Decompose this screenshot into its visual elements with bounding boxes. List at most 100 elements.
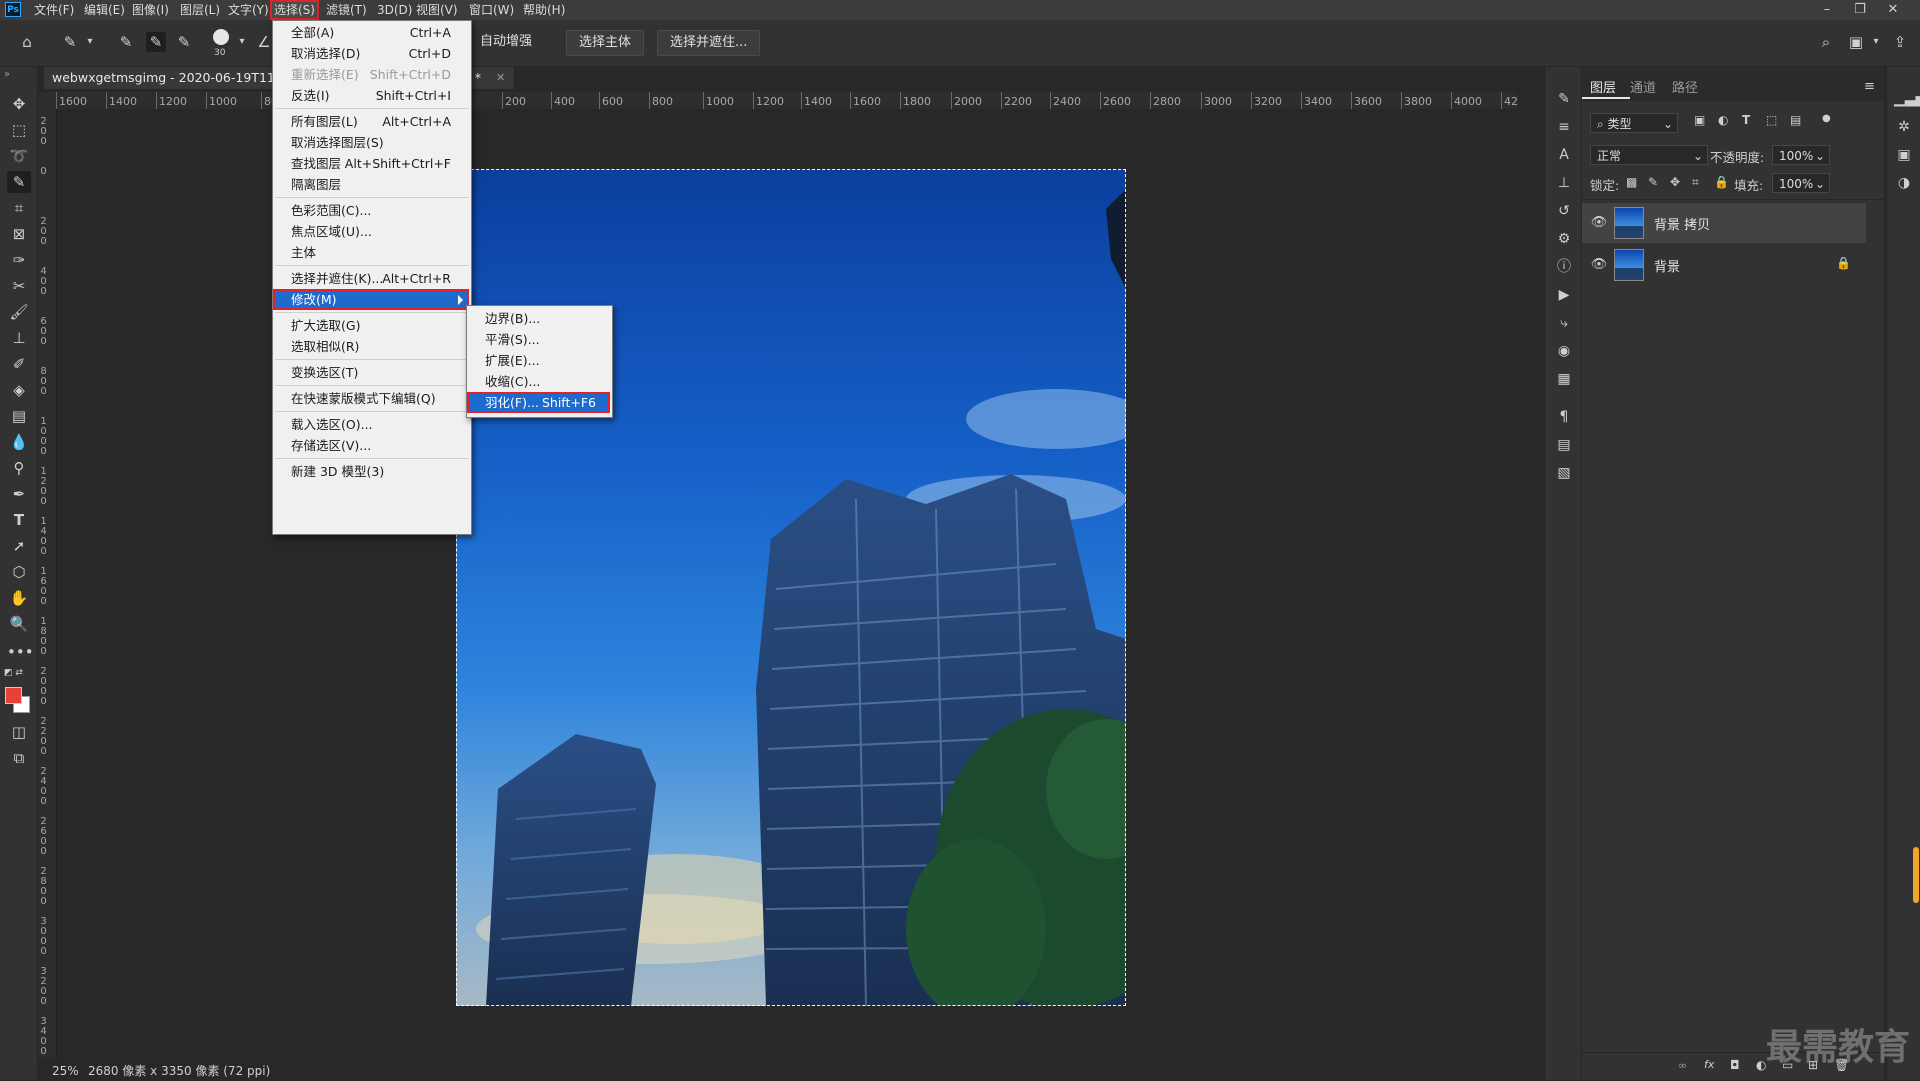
character-icon[interactable]: A bbox=[1554, 145, 1574, 165]
shape-tool-icon[interactable]: ⬡ bbox=[7, 561, 31, 583]
lock-position-icon[interactable]: ✥ bbox=[1670, 175, 1680, 189]
filter-toggle-icon[interactable]: ● bbox=[1822, 113, 1831, 124]
select-menu-item[interactable]: 反选(I) Shift+Ctrl+I bbox=[273, 85, 469, 106]
menu-6[interactable]: 滤镜(T) bbox=[322, 0, 371, 20]
select-menu-item[interactable]: 所有图层(L) Alt+Ctrl+A bbox=[273, 111, 469, 132]
collapse-toolbar-icon[interactable]: » bbox=[4, 69, 10, 80]
filter-type-icon[interactable]: T bbox=[1742, 113, 1750, 127]
angle-icon[interactable]: ∠ bbox=[254, 32, 274, 52]
add-to-selection-brush-icon[interactable]: ✎ bbox=[146, 32, 166, 52]
history-brush-tool-icon[interactable]: ✐ bbox=[7, 353, 31, 375]
foreground-color-swatch[interactable] bbox=[5, 687, 22, 704]
close-tab-icon[interactable]: ✕ bbox=[496, 67, 505, 89]
panel-menu-icon[interactable]: ≡ bbox=[1864, 79, 1875, 94]
visibility-eye-icon[interactable]: 👁 bbox=[1590, 214, 1608, 232]
layer-row-background[interactable]: 👁 背景 🔒 bbox=[1582, 245, 1866, 285]
type-tool-icon[interactable]: T bbox=[7, 509, 31, 531]
healing-brush-tool-icon[interactable]: ✂ bbox=[7, 275, 31, 297]
new-adjustment-layer-icon[interactable]: ◐ bbox=[1756, 1058, 1766, 1072]
modify-submenu-item[interactable]: 扩展(E)... bbox=[467, 350, 610, 371]
document-image[interactable] bbox=[456, 169, 1126, 1006]
fill-input[interactable]: 100% ⌄ bbox=[1772, 173, 1830, 193]
select-menu-item[interactable]: 焦点区域(U)... bbox=[273, 221, 469, 242]
move-tool-icon[interactable]: ✥ bbox=[7, 93, 31, 115]
close-icon[interactable]: ✕ bbox=[1878, 0, 1908, 20]
filter-kind-select[interactable]: ⌕ 类型 ⌄ bbox=[1590, 113, 1678, 133]
lock-artboard-icon[interactable]: ⌗ bbox=[1692, 175, 1699, 190]
select-menu-item[interactable]: 存储选区(V)... bbox=[273, 435, 469, 456]
modify-submenu-item[interactable]: 边界(B)... bbox=[467, 308, 610, 329]
menu-9[interactable]: 窗口(W) bbox=[465, 0, 518, 20]
screen-mode-icon[interactable]: ⧉ bbox=[7, 747, 31, 769]
status-menu-chevron-icon[interactable]: › bbox=[258, 1062, 263, 1080]
brush-tool-icon[interactable]: 🖌 bbox=[7, 301, 31, 323]
search-icon[interactable]: ⌕ bbox=[1816, 32, 1836, 52]
home-icon[interactable]: ⌂ bbox=[17, 32, 37, 52]
select-menu-item[interactable]: 取消选择(D) Ctrl+D bbox=[273, 43, 469, 64]
menu-2[interactable]: 图像(I) bbox=[128, 0, 173, 20]
lock-pixels-icon[interactable]: ✎ bbox=[1648, 175, 1658, 189]
select-and-mask-button[interactable]: 选择并遮住... bbox=[657, 30, 761, 56]
3d-icon[interactable]: ◉ bbox=[1554, 341, 1574, 361]
blend-mode-select[interactable]: 正常 ⌄ bbox=[1590, 145, 1708, 165]
histogram-icon[interactable]: ▁▃▅ bbox=[1894, 89, 1920, 109]
hand-tool-icon[interactable]: ✋ bbox=[7, 587, 31, 609]
select-menu-item[interactable]: 取消选择图层(S) bbox=[273, 132, 469, 153]
select-menu-item[interactable]: 修改(M) bbox=[273, 289, 469, 310]
frame-tool-icon[interactable]: ⊠ bbox=[7, 223, 31, 245]
properties-icon[interactable]: ⚙ bbox=[1554, 229, 1574, 249]
notes-icon[interactable]: ▧ bbox=[1554, 463, 1574, 483]
history-icon[interactable]: ↺ bbox=[1554, 201, 1574, 221]
select-menu-item[interactable]: 查找图层 Alt+Shift+Ctrl+F bbox=[273, 153, 469, 174]
tab-channels[interactable]: 通道 bbox=[1630, 77, 1656, 96]
default-colors-icon[interactable]: ◩ ⇄ bbox=[4, 668, 23, 678]
path-selection-tool-icon[interactable]: ➚ bbox=[7, 535, 31, 557]
ruler-origin[interactable] bbox=[38, 92, 56, 109]
brush-size-icon[interactable] bbox=[213, 29, 229, 45]
pen-tool-icon[interactable]: ✒ bbox=[7, 483, 31, 505]
tab-layers[interactable]: 图层 bbox=[1590, 77, 1616, 96]
select-menu-item[interactable]: 载入选区(O)... bbox=[273, 414, 469, 435]
dodge-tool-icon[interactable]: ⚲ bbox=[7, 457, 31, 479]
lock-transparent-icon[interactable]: ▩ bbox=[1626, 175, 1637, 189]
layer-style-fx-icon[interactable]: fx bbox=[1704, 1058, 1714, 1071]
modify-submenu-item[interactable]: 羽化(F)... Shift+F6 bbox=[467, 392, 610, 413]
tab-paths[interactable]: 路径 bbox=[1672, 77, 1698, 96]
filter-shape-icon[interactable]: ⬚ bbox=[1766, 113, 1777, 127]
visibility-eye-icon[interactable]: 👁 bbox=[1590, 256, 1608, 274]
modify-submenu-item[interactable]: 收缩(C)... bbox=[467, 371, 610, 392]
select-menu-item[interactable]: 变换选区(T) bbox=[273, 362, 469, 383]
opacity-input[interactable]: 100% ⌄ bbox=[1772, 145, 1830, 165]
restore-icon[interactable]: ❐ bbox=[1845, 0, 1875, 20]
select-menu-item[interactable]: 色彩范围(C)... bbox=[273, 200, 469, 221]
workspace-chevron-down-icon[interactable]: ▾ bbox=[1866, 32, 1886, 52]
filter-pixel-icon[interactable]: ▣ bbox=[1694, 113, 1705, 127]
libraries-icon[interactable]: ▣ bbox=[1894, 145, 1914, 165]
chevron-down-icon[interactable]: ▾ bbox=[80, 32, 100, 52]
menu-8[interactable]: 视图(V) bbox=[412, 0, 462, 20]
select-menu-item[interactable]: 主体 bbox=[273, 242, 469, 263]
menu-4[interactable]: 文字(Y) bbox=[224, 0, 273, 20]
table-icon[interactable]: ▦ bbox=[1554, 369, 1574, 389]
menu-1[interactable]: 编辑(E) bbox=[80, 0, 129, 20]
quick-selection-tool-icon[interactable]: ✎ bbox=[7, 171, 31, 193]
select-menu-item[interactable]: 新建 3D 模型(3) bbox=[273, 461, 469, 482]
filter-adjustment-icon[interactable]: ◐ bbox=[1718, 113, 1728, 127]
add-mask-icon[interactable]: ◘ bbox=[1730, 1058, 1740, 1072]
gradient-tool-icon[interactable]: ▤ bbox=[7, 405, 31, 427]
zoom-tool-icon[interactable]: 🔍 bbox=[7, 613, 31, 635]
crop-tool-icon[interactable]: ⌗ bbox=[7, 197, 31, 219]
select-menu-item[interactable]: 选取相似(R) bbox=[273, 336, 469, 357]
eyedropper-tool-icon[interactable]: ✑ bbox=[7, 249, 31, 271]
filter-smart-object-icon[interactable]: ▤ bbox=[1790, 113, 1801, 127]
lock-all-icon[interactable]: 🔒 bbox=[1714, 175, 1729, 189]
subtract-from-selection-brush-icon[interactable]: ✎ bbox=[174, 32, 194, 52]
paths-icon[interactable]: ⤷ bbox=[1554, 313, 1574, 333]
link-layers-icon[interactable]: ∞ bbox=[1678, 1059, 1687, 1072]
zoom-level[interactable]: 25% bbox=[52, 1062, 79, 1080]
brush-size-dropdown-icon[interactable]: ▾ bbox=[232, 32, 252, 52]
select-subject-button[interactable]: 选择主体 bbox=[566, 30, 645, 56]
quick-mask-icon[interactable]: ◫ bbox=[7, 721, 31, 743]
workspace-icon[interactable]: ▣ bbox=[1846, 32, 1866, 52]
auto-enhance-label[interactable]: 自动增强 bbox=[480, 30, 532, 54]
